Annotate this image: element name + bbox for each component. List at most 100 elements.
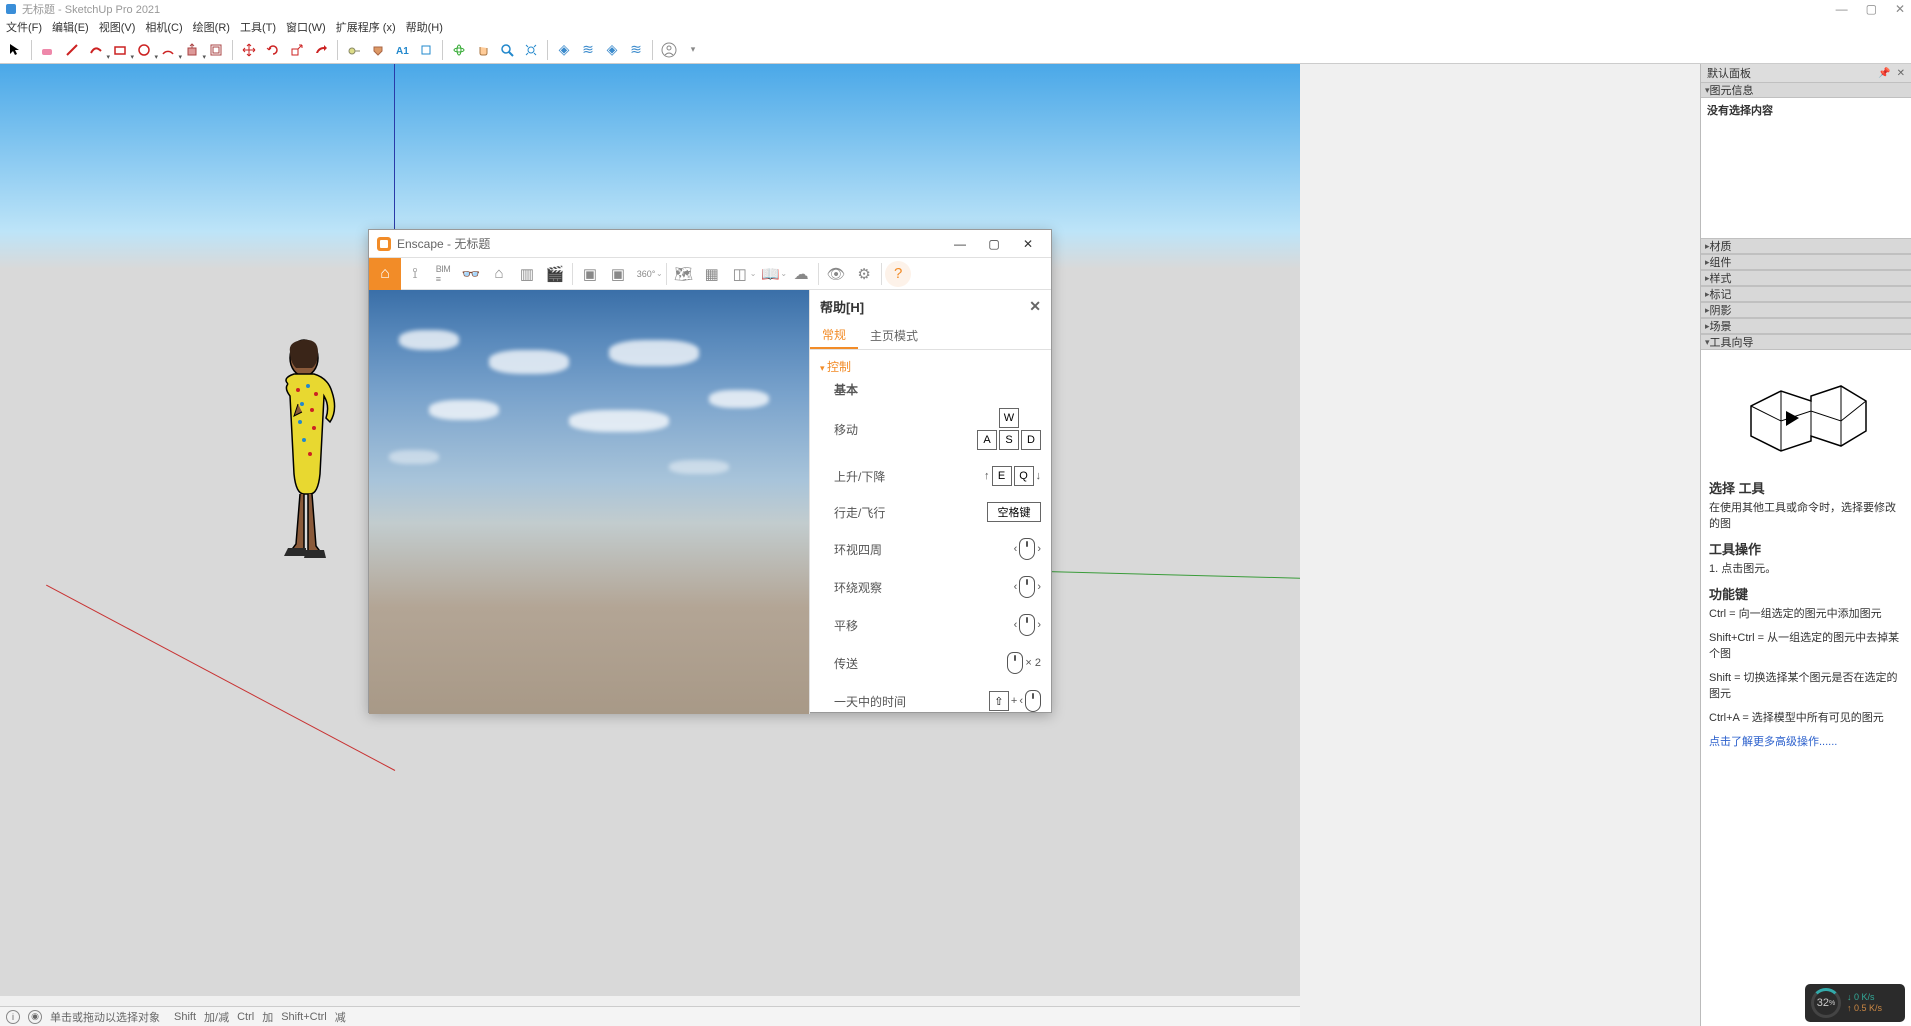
enscape-minimize-button[interactable]: — xyxy=(945,237,975,251)
enscape-batch-icon[interactable]: ▣ xyxy=(604,260,632,288)
arrow-up-icon: ↑ xyxy=(984,470,990,482)
close-button[interactable]: ✕ xyxy=(1895,2,1905,16)
enscape-bim-icon[interactable]: BIM≡ xyxy=(429,260,457,288)
text-tool[interactable]: A1 xyxy=(391,39,413,61)
pin-icon[interactable]: 📌 xyxy=(1878,68,1890,79)
offset-tool[interactable] xyxy=(205,39,227,61)
tape-tool[interactable] xyxy=(343,39,365,61)
enscape-upload-icon[interactable]: ☁ xyxy=(787,260,815,288)
menu-help[interactable]: 帮助(H) xyxy=(406,19,443,35)
instructor-op1: 1. 点击图元。 xyxy=(1709,560,1903,576)
user-icon[interactable] xyxy=(658,39,680,61)
enscape-icon-2[interactable]: ≋ xyxy=(577,39,599,61)
paint-tool[interactable] xyxy=(367,39,389,61)
pushpull-tool[interactable] xyxy=(181,39,203,61)
move-tool[interactable] xyxy=(238,39,260,61)
menu-edit[interactable]: 编辑(E) xyxy=(52,19,89,35)
tray-header[interactable]: 默认面板 📌✕ xyxy=(1701,64,1911,82)
arrow-down-icon: ↓ xyxy=(1036,470,1042,482)
status-bar: i ◉ 单击或拖动以选择对象 Shift 加/减 Ctrl 加 Shift+Ct… xyxy=(0,1006,1300,1026)
zoom-tool[interactable] xyxy=(496,39,518,61)
enscape-icon-3[interactable]: ◈ xyxy=(601,39,623,61)
shift-key-icon: ⇧ xyxy=(989,691,1009,711)
instructor-fn1: Ctrl = 向一组选定的图元中添加图元 xyxy=(1709,605,1903,621)
mouse-icon xyxy=(1019,614,1035,636)
enscape-binoculars-icon[interactable]: 👓 xyxy=(457,260,485,288)
tray-close-icon[interactable]: ✕ xyxy=(1897,68,1905,79)
help-row-walkfly: 行走/飞行 空格键 xyxy=(834,502,1041,522)
instructor-fn2: Shift+Ctrl = 从一组选定的图元中去掉某个图 xyxy=(1709,629,1903,661)
help-close-button[interactable]: ✕ xyxy=(1029,298,1041,315)
menu-window[interactable]: 窗口(W) xyxy=(286,19,326,35)
instructor-more-link[interactable]: 点击了解更多高级操作...... xyxy=(1709,733,1903,749)
circle-tool[interactable] xyxy=(133,39,155,61)
chevron-icon: ⌄ xyxy=(656,269,663,278)
enscape-asset-icon[interactable]: ▦ xyxy=(698,260,726,288)
panel-shadows[interactable]: 阴影 xyxy=(1701,302,1911,318)
enscape-titlebar[interactable]: Enscape - 无标题 — ▢ ✕ xyxy=(369,230,1051,258)
menu-file[interactable]: 文件(F) xyxy=(6,19,42,35)
instructor-fn3: Shift = 切换选择某个图元是否在选定的图元 xyxy=(1709,669,1903,701)
help-row-look: 环视四周 ‹› xyxy=(834,538,1041,560)
freehand-tool[interactable] xyxy=(85,39,107,61)
menu-draw[interactable]: 绘图(R) xyxy=(193,19,230,35)
enscape-building-icon[interactable]: ▥ xyxy=(513,260,541,288)
help-title: 帮助[H] xyxy=(820,297,864,316)
enscape-video-icon[interactable]: 🎬 xyxy=(541,260,569,288)
enscape-sync-icon[interactable]: ⟟ xyxy=(401,260,429,288)
enscape-eye-icon[interactable]: 👁 xyxy=(822,260,850,288)
panel-materials[interactable]: 材质 xyxy=(1701,238,1911,254)
panel-scenes[interactable]: 场景 xyxy=(1701,318,1911,334)
status-info-icon[interactable]: i xyxy=(6,1010,20,1024)
panel-styles[interactable]: 样式 xyxy=(1701,270,1911,286)
enscape-render-viewport[interactable] xyxy=(369,290,809,714)
minimize-button[interactable]: — xyxy=(1836,2,1848,16)
maximize-button[interactable]: ▢ xyxy=(1866,2,1877,16)
help-tab-home[interactable]: 主页模式 xyxy=(858,322,930,349)
enscape-map-icon[interactable]: 🗺 xyxy=(670,260,698,288)
help-content[interactable]: 控制 基本 移动 W A S D xyxy=(810,350,1051,714)
enscape-maximize-button[interactable]: ▢ xyxy=(979,237,1009,251)
enscape-screenshot-icon[interactable]: ▣ xyxy=(576,260,604,288)
status-hint: 单击或拖动以选择对象 xyxy=(50,1009,160,1025)
line-tool[interactable] xyxy=(61,39,83,61)
enscape-settings-icon[interactable]: ⚙ xyxy=(850,260,878,288)
help-tab-general[interactable]: 常规 xyxy=(810,322,858,349)
arc-tool[interactable] xyxy=(157,39,179,61)
status-user-icon[interactable]: ◉ xyxy=(28,1010,42,1024)
rectangle-tool[interactable] xyxy=(109,39,131,61)
dropdown-icon[interactable]: ▾ xyxy=(682,39,704,61)
panel-components[interactable]: 组件 xyxy=(1701,254,1911,270)
select-tool[interactable] xyxy=(4,39,26,61)
orbit-tool[interactable] xyxy=(448,39,470,61)
rotate-tool[interactable] xyxy=(262,39,284,61)
help-row-orbit: 环绕观察 ‹› xyxy=(834,576,1041,598)
enscape-icon-1[interactable]: ◈ xyxy=(553,39,575,61)
enscape-close-button[interactable]: ✕ xyxy=(1013,237,1043,251)
menu-tools[interactable]: 工具(T) xyxy=(240,19,276,35)
menu-camera[interactable]: 相机(C) xyxy=(145,19,182,35)
followme-tool[interactable] xyxy=(310,39,332,61)
enscape-title: Enscape - 无标题 xyxy=(397,235,490,252)
menu-extensions[interactable]: 扩展程序 (x) xyxy=(336,19,396,35)
panel-tags[interactable]: 标记 xyxy=(1701,286,1911,302)
scale-tool[interactable] xyxy=(286,39,308,61)
enscape-help-button[interactable]: ? xyxy=(885,261,911,287)
dimension-tool[interactable] xyxy=(415,39,437,61)
net-upload: ↑ 0.5 K/s xyxy=(1847,1004,1882,1013)
menu-view[interactable]: 视图(V) xyxy=(99,19,136,35)
clouds xyxy=(369,290,809,714)
zoom-extents-tool[interactable] xyxy=(520,39,542,61)
toolbar-separator xyxy=(442,40,443,60)
pan-tool[interactable] xyxy=(472,39,494,61)
enscape-home-button[interactable]: ⌂ xyxy=(369,258,401,290)
enscape-house-icon[interactable]: ⌂ xyxy=(485,260,513,288)
entity-info-body: 没有选择内容 xyxy=(1701,98,1911,238)
panel-entity-info[interactable]: 图元信息 xyxy=(1701,82,1911,98)
network-meter: 32% ↓ 0 K/s ↑ 0.5 K/s xyxy=(1805,984,1905,1022)
svg-text:A1: A1 xyxy=(396,46,409,57)
eraser-tool[interactable] xyxy=(37,39,59,61)
enscape-icon-4[interactable]: ≋ xyxy=(625,39,647,61)
panel-instructor[interactable]: 工具向导 xyxy=(1701,334,1911,350)
mouse-icon xyxy=(1007,652,1023,674)
